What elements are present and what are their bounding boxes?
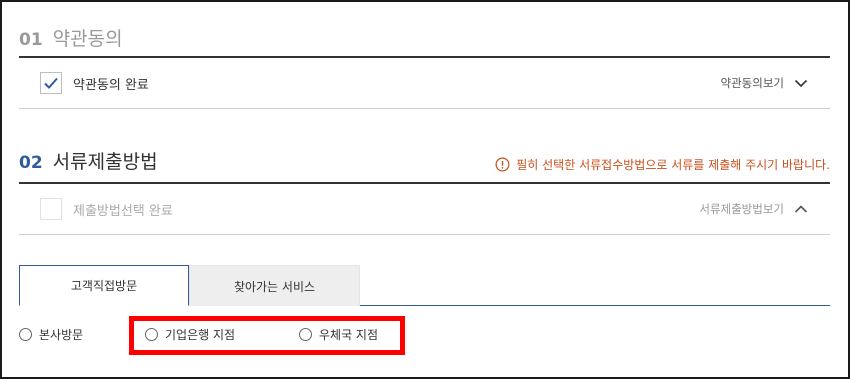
section-title-submission: 02 서류제출방법 xyxy=(19,147,158,174)
submission-notice: 필히 선택한 서류접수방법으로 서류를 제출해 주시기 바랍니다. xyxy=(495,156,830,173)
section-number: 02 xyxy=(19,153,43,173)
radio-circle[interactable] xyxy=(19,328,32,341)
radio-label: 본사방문 xyxy=(39,328,84,342)
info-circle-icon xyxy=(495,157,510,172)
chevron-down-icon xyxy=(794,76,808,90)
terms-agreed-label: 약관동의 완료 xyxy=(73,77,149,93)
view-terms-label: 약관동의보기 xyxy=(720,76,784,90)
section-heading: 서류제출방법 xyxy=(52,151,158,173)
submission-method-checkbox[interactable] xyxy=(40,198,62,220)
visit-location-options: 본사방문 기업은행 지점 우체국 지점 xyxy=(19,326,439,346)
row-divider xyxy=(19,108,830,109)
submission-tabs: 고객직접방문 찾아가는 서비스 xyxy=(19,265,830,306)
view-submission-toggle[interactable]: 서류제출방법보기 xyxy=(699,201,808,217)
section-heading: 약관동의 xyxy=(52,28,123,50)
view-submission-label: 서류제출방법보기 xyxy=(699,202,784,216)
tab-visiting-service[interactable]: 찾아가는 서비스 xyxy=(189,265,360,306)
section-title-terms: 01 약관동의 xyxy=(19,24,123,51)
radio-circle[interactable] xyxy=(299,328,312,341)
radio-ibk-branch[interactable]: 기업은행 지점 xyxy=(145,326,235,343)
terms-agreement-row: 약관동의 완료 약관동의보기 xyxy=(19,58,830,108)
chevron-up-icon xyxy=(794,202,808,216)
checkmark-icon xyxy=(44,77,58,89)
terms-agreed-checkbox[interactable] xyxy=(40,72,62,94)
row-divider xyxy=(19,234,830,235)
section-number: 01 xyxy=(19,30,43,50)
radio-head-office[interactable]: 본사방문 xyxy=(19,326,83,343)
view-terms-toggle[interactable]: 약관동의보기 xyxy=(721,75,808,91)
radio-post-office[interactable]: 우체국 지점 xyxy=(299,326,378,343)
radio-label: 기업은행 지점 xyxy=(165,328,236,342)
radio-label: 우체국 지점 xyxy=(319,328,379,342)
submission-method-row: 제출방법선택 완료 서류제출방법보기 xyxy=(19,184,830,234)
radio-circle[interactable] xyxy=(145,328,158,341)
notice-text: 필히 선택한 서류접수방법으로 서류를 제출해 주시기 바랍니다. xyxy=(516,158,830,172)
submission-method-label: 제출방법선택 완료 xyxy=(73,203,173,219)
tab-direct-visit[interactable]: 고객직접방문 xyxy=(19,265,189,306)
